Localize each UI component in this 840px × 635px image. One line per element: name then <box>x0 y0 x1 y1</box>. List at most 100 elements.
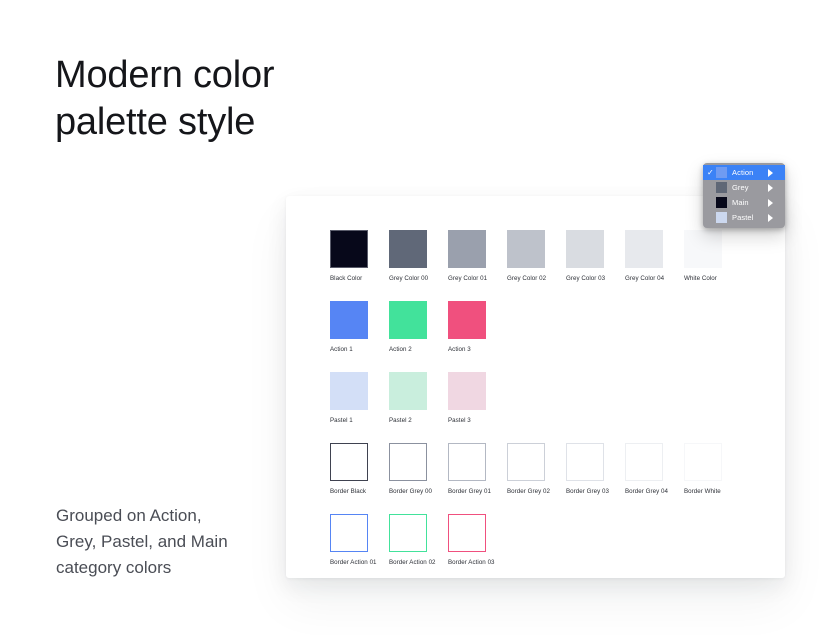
swatch-row-pastel: Pastel 1 Pastel 2 Pastel 3 <box>330 372 771 425</box>
swatch-cell[interactable]: Grey Color 02 <box>507 230 566 283</box>
swatch-label: Border Grey 00 <box>389 488 433 495</box>
swatch-cell[interactable]: Border Black <box>330 443 389 496</box>
color-swatch[interactable] <box>330 301 368 339</box>
color-swatch[interactable] <box>330 443 368 481</box>
swatch-label: Grey Color 01 <box>448 275 488 282</box>
page-caption-line-1: Grouped on Action, <box>56 506 202 525</box>
swatch-label: Border Grey 03 <box>566 488 610 495</box>
color-swatch[interactable] <box>330 372 368 410</box>
color-swatch[interactable] <box>507 230 545 268</box>
menu-color-swatch-icon <box>716 212 727 223</box>
submenu-arrow-icon <box>768 198 781 207</box>
swatch-cell[interactable]: Border Grey 04 <box>625 443 684 496</box>
color-swatch[interactable] <box>507 443 545 481</box>
swatch-cell[interactable]: Pastel 1 <box>330 372 389 425</box>
color-swatch[interactable] <box>330 514 368 552</box>
color-swatch[interactable] <box>684 230 722 268</box>
swatch-cell[interactable]: Action 1 <box>330 301 389 354</box>
swatch-label: Border Action 01 <box>330 559 377 566</box>
color-swatch[interactable] <box>389 301 427 339</box>
swatch-cell[interactable]: Action 2 <box>389 301 448 354</box>
swatch-cell[interactable]: Border Grey 00 <box>389 443 448 496</box>
swatch-row-main-and-greys: Black Color Grey Color 00 Grey Color 01 Gre… <box>330 230 771 283</box>
color-swatch[interactable] <box>448 514 486 552</box>
menu-color-swatch-icon <box>716 182 727 193</box>
color-category-context-menu[interactable]: ✓ Action Grey Main Pastel <box>703 163 785 228</box>
color-swatch[interactable] <box>448 230 486 268</box>
color-swatch[interactable] <box>566 443 604 481</box>
swatch-label: Pastel 1 <box>330 417 353 424</box>
page-caption-line-2: Grey, Pastel, and Main <box>56 532 228 551</box>
swatch-cell[interactable]: Pastel 2 <box>389 372 448 425</box>
swatch-cell[interactable]: Black Color <box>330 230 389 283</box>
color-swatch[interactable] <box>448 301 486 339</box>
swatch-cell[interactable]: Grey Color 03 <box>566 230 625 283</box>
swatch-cell[interactable]: Pastel 3 <box>448 372 507 425</box>
menu-item-pastel[interactable]: Pastel <box>703 210 785 225</box>
swatch-label: Border Grey 04 <box>625 488 669 495</box>
swatch-label: Action 3 <box>448 346 471 353</box>
menu-item-grey[interactable]: Grey <box>703 180 785 195</box>
color-swatch[interactable] <box>625 443 663 481</box>
swatch-cell[interactable]: Border Grey 02 <box>507 443 566 496</box>
swatch-label: Action 1 <box>330 346 353 353</box>
swatch-label: Pastel 3 <box>448 417 471 424</box>
swatch-label: Pastel 2 <box>389 417 412 424</box>
color-swatch[interactable] <box>448 443 486 481</box>
page-caption-line-3: category colors <box>56 558 172 577</box>
color-swatch[interactable] <box>389 514 427 552</box>
submenu-arrow-icon <box>768 183 781 192</box>
color-swatch[interactable] <box>389 372 427 410</box>
color-swatch[interactable] <box>448 372 486 410</box>
swatch-cell[interactable]: Grey Color 04 <box>625 230 684 283</box>
swatch-label: Border Black <box>330 488 367 495</box>
swatch-label: Border Grey 02 <box>507 488 551 495</box>
color-swatch[interactable] <box>389 230 427 268</box>
swatch-row-borders-action: Border Action 01 Border Action 02 Border A… <box>330 514 771 567</box>
swatch-label: Grey Color 02 <box>507 275 547 282</box>
color-swatch[interactable] <box>330 230 368 268</box>
swatch-label: Border Action 02 <box>389 559 436 566</box>
menu-item-label: Pastel <box>732 212 754 222</box>
color-swatch[interactable] <box>566 230 604 268</box>
swatch-grid: Black Color Grey Color 00 Grey Color 01 Gre… <box>330 230 771 585</box>
swatch-cell[interactable]: Border Grey 01 <box>448 443 507 496</box>
page-title-line-2: palette style <box>55 101 256 143</box>
color-swatch[interactable] <box>389 443 427 481</box>
swatch-cell[interactable]: Border Grey 03 <box>566 443 625 496</box>
swatch-label: Grey Color 04 <box>625 275 665 282</box>
swatch-cell[interactable]: Border Action 03 <box>448 514 507 567</box>
color-swatch[interactable] <box>684 443 722 481</box>
swatch-cell[interactable]: Border Action 02 <box>389 514 448 567</box>
swatch-cell[interactable]: Border White <box>684 443 743 496</box>
swatch-label: Black Color <box>330 275 363 282</box>
swatch-label: Grey Color 00 <box>389 275 429 282</box>
menu-item-label: Action <box>732 167 754 177</box>
swatch-label: Border White <box>684 488 721 495</box>
swatch-cell[interactable]: Action 3 <box>448 301 507 354</box>
menu-item-label: Grey <box>732 182 749 192</box>
menu-item-label: Main <box>732 197 749 207</box>
swatch-label: White Color <box>684 275 717 282</box>
submenu-arrow-icon <box>768 213 781 222</box>
page-title: Modern color palette style <box>55 52 355 146</box>
menu-item-action[interactable]: ✓ Action <box>703 165 785 180</box>
swatch-cell[interactable]: Grey Color 00 <box>389 230 448 283</box>
swatch-cell[interactable]: Border Action 01 <box>330 514 389 567</box>
swatch-label: Border Grey 01 <box>448 488 492 495</box>
swatch-label: Border Action 03 <box>448 559 495 566</box>
check-icon: ✓ <box>707 168 714 177</box>
menu-color-swatch-icon <box>716 197 727 208</box>
menu-color-swatch-icon <box>716 167 727 178</box>
swatch-label: Action 2 <box>389 346 412 353</box>
color-swatch[interactable] <box>625 230 663 268</box>
swatch-cell[interactable]: Grey Color 01 <box>448 230 507 283</box>
submenu-arrow-icon <box>768 168 781 177</box>
swatch-label: Grey Color 03 <box>566 275 606 282</box>
page-title-line-1: Modern color <box>55 54 275 96</box>
page-caption: Grouped on Action, Grey, Pastel, and Mai… <box>56 503 286 581</box>
menu-item-main[interactable]: Main <box>703 195 785 210</box>
swatch-row-borders-grey: Border Black Border Grey 00 Border Grey 01… <box>330 443 771 496</box>
swatch-row-action: Action 1 Action 2 Action 3 <box>330 301 771 354</box>
swatch-cell[interactable]: White Color <box>684 230 743 283</box>
